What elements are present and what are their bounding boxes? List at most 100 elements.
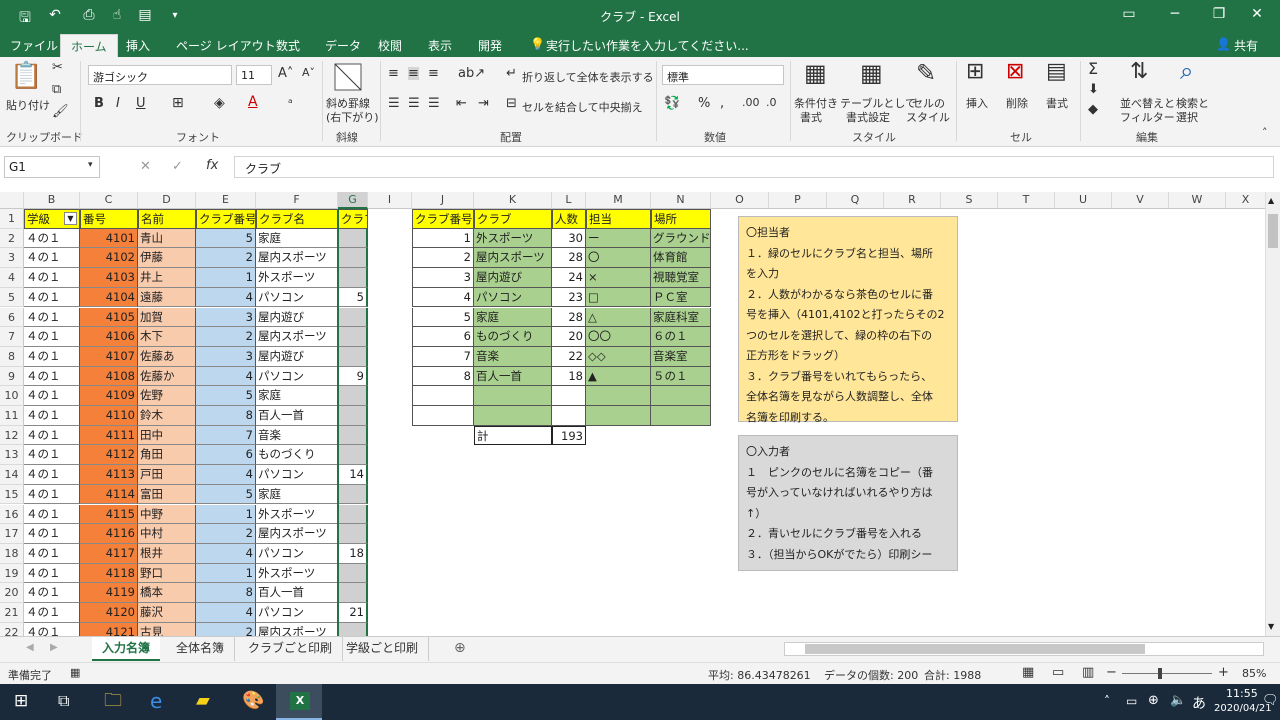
sheet-tab-1[interactable]: 全体名簿 — [166, 637, 236, 661]
zoom-level[interactable]: 85% — [1242, 667, 1266, 680]
zoom-slider-thumb[interactable] — [1158, 668, 1162, 679]
table-cell[interactable]: 4116 — [80, 524, 138, 544]
club-table-cell[interactable]: 屋内スポーツ — [474, 248, 552, 269]
club-table-cell[interactable]: ー — [586, 228, 651, 249]
table-cell[interactable]: ４の１ — [24, 287, 80, 308]
scroll-up-icon[interactable]: ▲ — [1268, 196, 1274, 205]
table-cell[interactable]: パソコン — [256, 603, 338, 623]
club-table-cell[interactable] — [412, 386, 474, 406]
sheet-tab-3[interactable]: 学級ごと印刷 — [336, 637, 430, 661]
row-header[interactable]: 18 — [0, 543, 24, 564]
club-table-cell[interactable]: ▲ — [586, 366, 651, 387]
club-table-cell[interactable]: ６の１ — [651, 327, 711, 347]
club-table-cell[interactable]: 音楽室 — [651, 346, 711, 367]
table-cell[interactable]: ４の１ — [24, 366, 80, 387]
table-cell[interactable]: 屋内スポーツ — [256, 248, 338, 269]
table-cell[interactable]: 4106 — [80, 327, 138, 347]
percent-icon[interactable]: % — [698, 97, 710, 110]
club-table-cell[interactable]: 23 — [552, 287, 586, 308]
tab-5[interactable]: データ — [325, 37, 361, 54]
table-cell[interactable]: 4 — [196, 366, 256, 387]
table-cell[interactable]: 2 — [196, 327, 256, 347]
table-cell[interactable]: ４の１ — [24, 228, 80, 249]
table-cell[interactable]: 4 — [196, 287, 256, 308]
select-all-corner[interactable] — [0, 192, 24, 209]
table-cell[interactable]: ものづくり — [256, 445, 338, 466]
table-cell[interactable]: 遠藤 — [138, 287, 196, 308]
club-table-cell[interactable]: 24 — [552, 268, 586, 288]
excel-taskbar-button[interactable]: X — [276, 684, 322, 720]
table-cell[interactable] — [338, 268, 368, 288]
table-cell[interactable]: 4108 — [80, 366, 138, 387]
increase-indent-icon[interactable]: ⇥ — [478, 97, 489, 110]
table-cell[interactable]: 6 — [196, 445, 256, 466]
club-table-cell[interactable]: 2 — [412, 248, 474, 269]
table-cell[interactable]: 18 — [338, 543, 368, 564]
table-cell[interactable]: 佐野 — [138, 386, 196, 406]
club-header-cell[interactable]: クラブ — [474, 209, 552, 229]
table-cell[interactable]: 5 — [196, 386, 256, 406]
autosum-icon[interactable]: Σ — [1088, 61, 1098, 77]
cell-styles-icon[interactable]: ✎ — [916, 61, 936, 85]
club-table-cell[interactable]: グラウンド — [651, 228, 711, 249]
insert-cells-button[interactable]: 挿入 — [966, 95, 988, 111]
table-cell[interactable]: 4103 — [80, 268, 138, 288]
increase-decimal-icon[interactable]: .00 — [742, 97, 760, 108]
share-button[interactable]: 共有 — [1234, 37, 1258, 54]
align-left-icon[interactable]: ☰ — [388, 97, 400, 110]
table-cell[interactable]: 4109 — [80, 386, 138, 406]
table-cell[interactable]: パソコン — [256, 366, 338, 387]
row-header[interactable]: 13 — [0, 445, 24, 466]
windows-start-icon[interactable]: ⊞ — [14, 693, 28, 710]
zoom-in-icon[interactable]: + — [1218, 666, 1229, 679]
club-table-cell[interactable]: ものづくり — [474, 327, 552, 347]
table-cell[interactable]: 4111 — [80, 425, 138, 446]
club-table-cell[interactable] — [552, 406, 586, 426]
table-cell[interactable]: 4117 — [80, 543, 138, 564]
column-header-N[interactable]: N — [651, 192, 711, 209]
number-format-combo[interactable]: 標準 — [662, 65, 784, 85]
club-table-cell[interactable]: 5 — [412, 307, 474, 328]
club-table-cell[interactable]: 8 — [412, 366, 474, 387]
row-header[interactable]: 20 — [0, 583, 24, 603]
sort-filter-icon[interactable]: ⇅ — [1130, 61, 1148, 83]
table-cell[interactable]: パソコン — [256, 465, 338, 485]
name-box-dropdown-icon[interactable]: ▾ — [88, 161, 93, 170]
table-cell[interactable]: 4112 — [80, 445, 138, 466]
borders-icon[interactable]: ⊞ — [172, 96, 184, 110]
paste-button[interactable]: 貼り付け — [6, 97, 50, 113]
row-header[interactable]: 7 — [0, 327, 24, 347]
table-cell[interactable]: ４の１ — [24, 346, 80, 367]
club-table-cell[interactable] — [552, 386, 586, 406]
battery-icon[interactable]: ▭ — [1126, 695, 1137, 707]
header-cell[interactable]: 名前 — [138, 209, 196, 229]
table-cell[interactable]: 角田 — [138, 445, 196, 466]
table-cell[interactable] — [338, 484, 368, 505]
table-cell[interactable]: ４の１ — [24, 543, 80, 564]
table-cell[interactable]: 中野 — [138, 504, 196, 525]
italic-icon[interactable]: I — [116, 97, 120, 110]
paste-icon[interactable]: 📋 — [10, 63, 42, 89]
table-cell[interactable]: 2 — [196, 524, 256, 544]
table-cell[interactable]: 音楽 — [256, 425, 338, 446]
column-header-W[interactable]: W — [1169, 192, 1226, 209]
club-table-cell[interactable]: 3 — [412, 268, 474, 288]
scroll-down-icon[interactable]: ▼ — [1268, 622, 1274, 631]
table-cell[interactable] — [338, 583, 368, 603]
close-icon[interactable]: ✕ — [1234, 6, 1280, 22]
table-cell[interactable]: 3 — [196, 307, 256, 328]
format-cells-button[interactable]: 書式 — [1046, 95, 1068, 111]
row-header[interactable]: 16 — [0, 504, 24, 525]
format-table-icon[interactable]: ▦ — [860, 61, 883, 85]
align-middle-icon[interactable]: ≡ — [408, 67, 419, 80]
club-table-cell[interactable]: 20 — [552, 327, 586, 347]
table-cell[interactable]: 1 — [196, 563, 256, 584]
delete-cells-button[interactable]: 削除 — [1006, 95, 1028, 111]
table-cell[interactable] — [338, 228, 368, 249]
table-cell[interactable]: 屋内スポーツ — [256, 622, 338, 636]
header-cell[interactable]: 番号 — [80, 209, 138, 229]
scroll-thumb[interactable] — [1268, 214, 1278, 248]
table-cell[interactable]: パソコン — [256, 287, 338, 308]
table-cell[interactable]: 田中 — [138, 425, 196, 446]
club-table-cell[interactable]: ＰＣ室 — [651, 287, 711, 308]
